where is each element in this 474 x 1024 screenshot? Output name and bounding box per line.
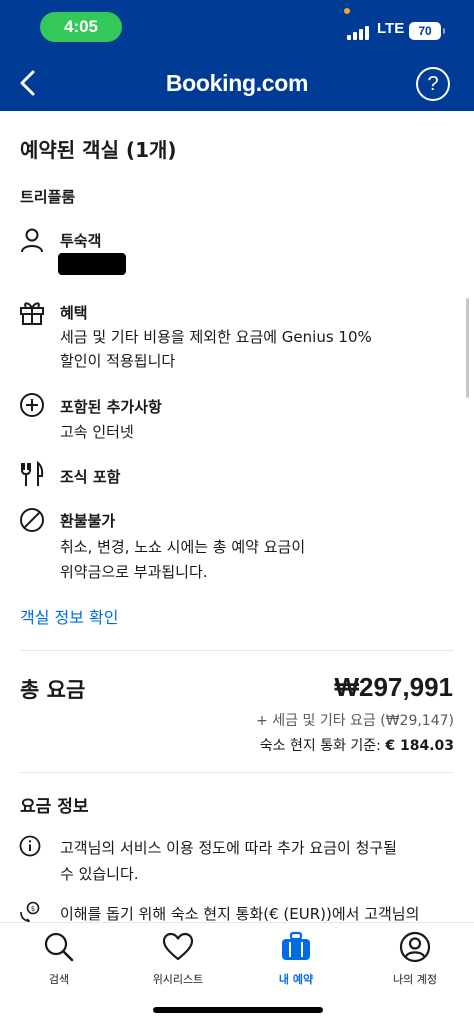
room-section-title: 예약된 객실 (1개) (20, 138, 177, 162)
room-info-link[interactable]: 객실 정보 확인 (20, 604, 119, 628)
back-button[interactable] (6, 61, 50, 105)
refund-desc-line1: 취소, 변경, 노쇼 시에는 총 예약 요금이 (60, 538, 306, 556)
nav-search[interactable]: 검색 (0, 931, 118, 991)
section-divider (20, 772, 454, 773)
extras-title: 포함된 추가사항 (60, 398, 162, 416)
nav-account-label: 나의 계정 (393, 973, 437, 986)
app-header: Booking.com ? (0, 55, 474, 111)
guest-name-redacted (58, 253, 126, 275)
battery-level: 70 (418, 24, 432, 38)
status-time: 4:05 (40, 12, 122, 42)
refund-desc-line2: 위약금으로 부과됩니다. (60, 563, 208, 581)
price-info-line: 수 있습니다. (60, 865, 139, 883)
signal-strength-icon (347, 24, 371, 40)
tax-and-fees: + 세금 및 기타 요금 (₩29,147) (256, 713, 454, 729)
price-info-text-2: 이해를 돕기 위해 숙소 현지 통화(€ (EUR))에서 고객님의 (60, 901, 440, 921)
benefit-desc-line2: 할인이 적용됩니다 (60, 352, 176, 370)
nav-account[interactable]: 나의 계정 (356, 931, 474, 991)
nav-search-label: 검색 (48, 973, 70, 986)
search-icon (44, 932, 74, 962)
heart-icon (162, 932, 194, 961)
brand-logo: Booking.com (165, 69, 309, 96)
guest-title: 투숙객 (60, 232, 102, 250)
local-currency-prefix: 숙소 현지 통화 기준: (259, 738, 386, 754)
nav-bookings[interactable]: 내 예약 (237, 931, 355, 991)
total-price-amount: ₩297,991 (334, 672, 453, 702)
price-info-line: 이해를 돕기 위해 숙소 현지 통화(€ (EUR))에서 고객님의 (60, 905, 420, 921)
room-name: 트리플룸 (20, 188, 76, 206)
svg-text:$: $ (31, 905, 35, 913)
benefit-desc-line1: 세금 및 기타 비용을 제외한 요금에 Genius 10% (60, 328, 372, 346)
price-info-text-1: 고객님의 서비스 이용 정도에 따라 추가 요금이 청구될 수 있습니다. (60, 835, 440, 887)
info-circle-icon (19, 835, 41, 857)
fork-knife-icon (21, 460, 44, 486)
plus-circle-icon (20, 393, 44, 417)
account-icon (399, 931, 431, 963)
local-currency-price: 숙소 현지 통화 기준: € 184.03 (260, 735, 454, 755)
nav-wishlist-label: 위시리스트 (152, 973, 204, 986)
network-type: LTE (377, 20, 405, 37)
refund-title: 환불불가 (60, 512, 116, 530)
total-price-label: 총 요금 (20, 678, 86, 702)
suitcase-icon (282, 931, 310, 960)
privacy-indicator-dot (344, 8, 350, 14)
help-button[interactable]: ? (416, 67, 450, 101)
local-currency-amount: € 184.03 (385, 738, 454, 754)
gift-icon (20, 302, 44, 325)
price-info-title: 요금 정보 (20, 797, 89, 817)
section-divider (20, 650, 454, 651)
person-icon (21, 228, 43, 253)
status-bar: 4:05 LTE 70 (0, 0, 474, 55)
nav-bookings-label: 내 예약 (278, 973, 314, 986)
scrollbar[interactable] (466, 298, 469, 398)
currency-exchange-icon: $ (20, 901, 40, 924)
question-circle-icon: ? (427, 72, 439, 95)
battery-icon: 70 (409, 22, 445, 40)
home-indicator[interactable] (153, 1007, 323, 1013)
breakfast-title: 조식 포함 (60, 468, 121, 486)
price-info-line: 고객님의 서비스 이용 정도에 따라 추가 요금이 청구될 (60, 839, 397, 857)
nav-wishlist[interactable]: 위시리스트 (119, 931, 237, 991)
no-entry-icon (20, 508, 44, 532)
benefit-title: 혜택 (60, 304, 88, 322)
chevron-left-icon (20, 70, 35, 96)
extras-desc: 고속 인터넷 (60, 423, 134, 441)
